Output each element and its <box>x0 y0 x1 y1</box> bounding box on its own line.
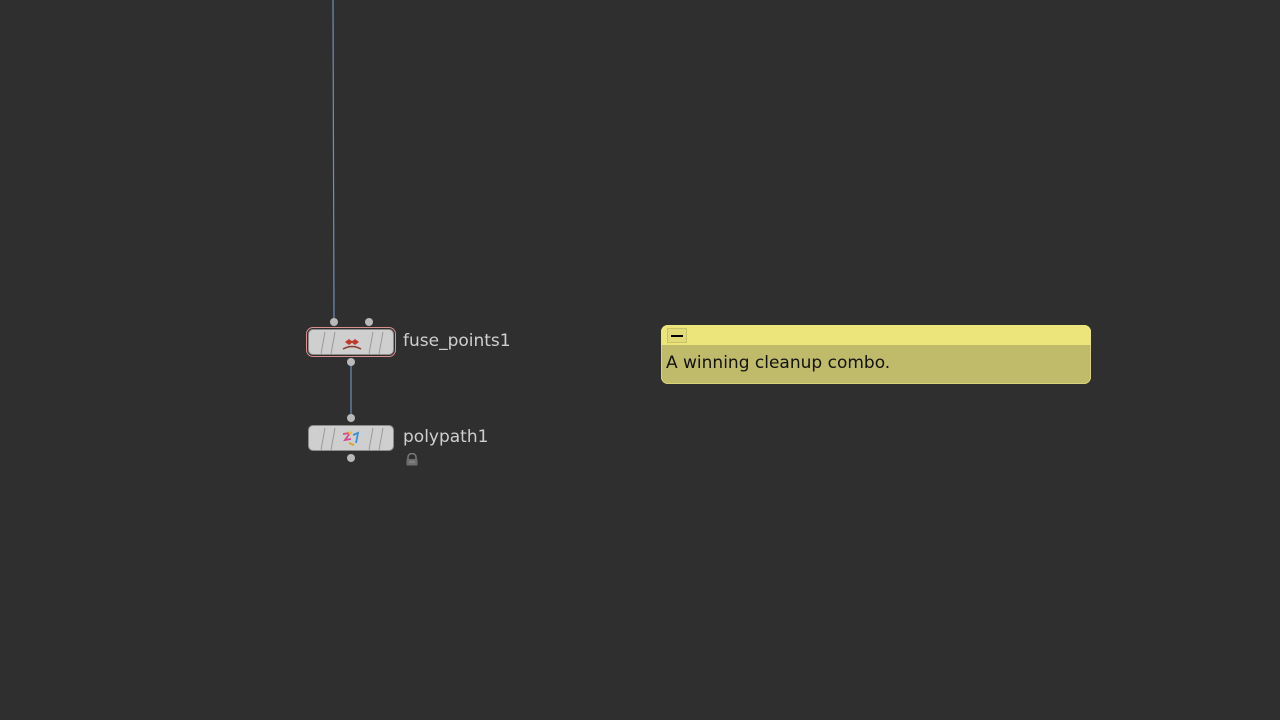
fuse-points-input-port-1[interactable] <box>330 318 338 326</box>
sticky-note-header[interactable] <box>661 325 1091 345</box>
network-canvas[interactable]: fuse_points1 polypath1 A winning cleanup… <box>0 0 1280 720</box>
polypath-icon <box>340 429 364 449</box>
polypath-input-port[interactable] <box>347 414 355 422</box>
collapse-icon[interactable] <box>667 328 687 343</box>
sticky-note[interactable]: A winning cleanup combo. <box>661 325 1091 384</box>
node-label-polypath[interactable]: polypath1 <box>403 427 488 447</box>
sticky-note-text[interactable]: A winning cleanup combo. <box>666 353 890 373</box>
fuse-points-icon <box>340 334 364 352</box>
fuse-points-input-port-2[interactable] <box>365 318 373 326</box>
lock-icon[interactable] <box>405 451 419 470</box>
polypath-output-port[interactable] <box>347 454 355 462</box>
node-fuse-points[interactable] <box>306 327 396 357</box>
node-label-fuse-points[interactable]: fuse_points1 <box>403 331 511 351</box>
input-wire <box>332 0 335 323</box>
node-polypath[interactable] <box>308 425 394 451</box>
fuse-points-output-port[interactable] <box>347 358 355 366</box>
